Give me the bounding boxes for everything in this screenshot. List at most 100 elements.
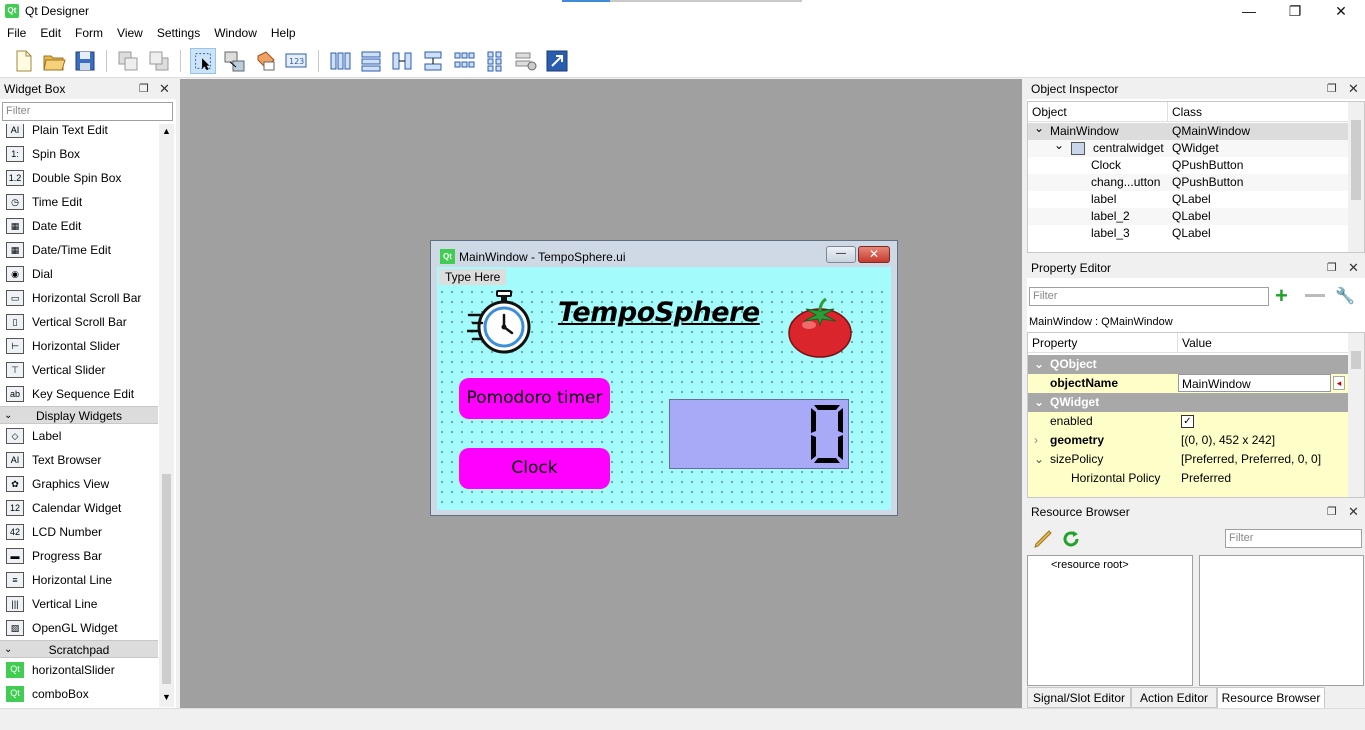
widget-item[interactable]: ◉ Dial [0, 262, 158, 286]
scroll-up-icon[interactable]: ▲ [162, 126, 171, 136]
object-tree-row[interactable]: chang...utton QPushButton [1028, 174, 1348, 191]
widget-item[interactable]: Qt comboBox [0, 682, 158, 706]
widget-item[interactable]: ▯ Vertical Scroll Bar [0, 310, 158, 334]
widget-box-scrollbar[interactable]: ▲ ▼ [159, 124, 174, 707]
property-row-enabled[interactable]: enabled ✓ [1028, 412, 1348, 431]
widget-item[interactable]: 1.2 Double Spin Box [0, 166, 158, 190]
enabled-checkbox[interactable]: ✓ [1181, 415, 1194, 428]
group-qobject[interactable]: ⌄ QObject [1028, 355, 1348, 374]
property-filter-input[interactable]: Filter [1029, 287, 1269, 306]
edit-signals-icon[interactable] [221, 48, 247, 74]
column-class[interactable]: Class [1168, 102, 1348, 122]
layout-vertical-icon[interactable] [358, 48, 384, 74]
scrollbar-thumb[interactable] [162, 474, 171, 684]
layout-horizontal-icon[interactable] [327, 48, 353, 74]
property-row-geometry[interactable]: › geometry [(0, 0), 452 x 242] [1028, 431, 1348, 450]
resource-root-item[interactable]: <resource root> [1051, 559, 1129, 571]
open-folder-icon[interactable] [41, 48, 67, 74]
scroll-down-icon[interactable]: ▼ [162, 692, 171, 702]
close-icon[interactable]: ✕ [1348, 258, 1359, 278]
object-tree-scrollbar[interactable] [1348, 102, 1364, 252]
menu-form[interactable]: Form [68, 22, 110, 44]
menu-file[interactable]: File [0, 22, 33, 44]
property-row-sizepolicy[interactable]: ⌄ sizePolicy [Preferred, Preferred, 0, 0… [1028, 450, 1348, 469]
edit-tab-order-icon[interactable]: 123 [283, 48, 309, 74]
widget-item[interactable]: AI Text Browser [0, 448, 158, 472]
type-here-menu[interactable]: Type Here [439, 269, 507, 285]
bring-to-front-icon[interactable] [146, 48, 172, 74]
object-tree-row[interactable]: label_2 QLabel [1028, 208, 1348, 225]
column-property[interactable]: Property [1028, 333, 1178, 353]
new-file-icon[interactable] [10, 48, 36, 74]
edit-widgets-icon[interactable] [190, 48, 216, 74]
widget-item[interactable]: ab Key Sequence Edit [0, 382, 158, 406]
group-qwidget[interactable]: ⌄ QWidget [1028, 393, 1348, 412]
close-icon[interactable]: ✕ [159, 79, 170, 99]
scrollbar-thumb[interactable] [1351, 351, 1361, 369]
pomodoro-timer-button[interactable]: Pomodoro timer [459, 378, 610, 419]
object-tree-row[interactable]: ⌄ MainWindow QMainWindow [1028, 120, 1348, 140]
menu-window[interactable]: Window [207, 22, 264, 44]
clock-button[interactable]: Clock [459, 448, 610, 489]
widget-item[interactable]: ≡ Horizontal Line [0, 568, 158, 592]
widget-item[interactable]: 1: Spin Box [0, 142, 158, 166]
widget-item[interactable]: ◇ Label [0, 424, 158, 448]
widget-item[interactable]: Qt horizontalSlider [0, 658, 158, 682]
resource-filter-input[interactable]: Filter [1225, 529, 1362, 548]
widget-item[interactable]: ▨ OpenGL Widget [0, 616, 158, 640]
widget-item[interactable]: ◷ Time Edit [0, 190, 158, 214]
property-row-horizontal-policy[interactable]: Horizontal Policy Preferred [1028, 469, 1348, 488]
object-tree-row[interactable]: Clock QPushButton [1028, 157, 1348, 174]
property-row-vertical-policy[interactable] [1028, 488, 1348, 497]
object-tree-row[interactable]: label_3 QLabel [1028, 225, 1348, 242]
close-icon[interactable]: ✕ [1348, 79, 1359, 99]
chevron-right-icon[interactable]: › [1034, 431, 1038, 450]
tab-action-editor[interactable]: Action Editor [1131, 687, 1217, 708]
form-minimize-button[interactable]: — [826, 246, 856, 263]
break-layout-icon[interactable] [513, 48, 539, 74]
widget-item[interactable]: ▦ Date Edit [0, 214, 158, 238]
close-button[interactable]: ✕ [1318, 0, 1364, 22]
float-icon[interactable]: ❐ [1327, 79, 1337, 99]
restore-button[interactable]: ❐ [1272, 0, 1318, 22]
close-icon[interactable]: ✕ [1348, 502, 1359, 522]
edit-buddies-icon[interactable] [252, 48, 278, 74]
property-table-scrollbar[interactable] [1348, 333, 1364, 497]
float-icon[interactable]: ❐ [1327, 258, 1337, 278]
send-to-back-icon[interactable] [115, 48, 141, 74]
widget-item[interactable]: ⊢ Horizontal Slider [0, 334, 158, 358]
layout-splitter-v-icon[interactable] [420, 48, 446, 74]
chevron-down-icon[interactable]: ⌄ [1034, 120, 1044, 137]
widget-item[interactable]: 12 Calendar Widget [0, 496, 158, 520]
category-scratchpad[interactable]: ⌄ Scratchpad [0, 640, 158, 658]
save-icon[interactable] [72, 48, 98, 74]
object-tree-row[interactable]: label QLabel [1028, 191, 1348, 208]
column-object[interactable]: Object [1028, 102, 1168, 122]
property-row-objectname[interactable]: objectName MainWindow ◂ [1028, 374, 1348, 393]
widget-item[interactable]: 42 LCD Number [0, 520, 158, 544]
tab-signal-slot-editor[interactable]: Signal/Slot Editor [1027, 687, 1131, 708]
reload-icon[interactable] [1060, 528, 1082, 550]
configure-icon[interactable]: 🔧 [1335, 286, 1355, 306]
widget-item[interactable]: ▬ Progress Bar [0, 544, 158, 568]
widget-item[interactable]: ✿ Graphics View [0, 472, 158, 496]
category-display-widgets[interactable]: ⌄ Display Widgets [0, 406, 158, 424]
widget-item[interactable]: AI Plain Text Edit [0, 124, 158, 142]
column-value[interactable]: Value [1178, 333, 1348, 353]
chevron-down-icon[interactable]: ⌄ [1034, 450, 1044, 469]
layout-form-icon[interactable] [482, 48, 508, 74]
float-icon[interactable]: ❐ [139, 79, 149, 99]
menu-settings[interactable]: Settings [150, 22, 207, 44]
menu-edit[interactable]: Edit [33, 22, 68, 44]
widget-filter-input[interactable]: Filter [2, 102, 173, 121]
form-canvas[interactable]: Type Here TempoSphere Pomodoro timer Clo… [437, 267, 891, 510]
widget-item[interactable]: ||| Vertical Line [0, 592, 158, 616]
form-window[interactable]: Qt MainWindow - TempoSphere.ui — ✕ Type … [430, 240, 898, 516]
object-tree-row[interactable]: ⌄ centralwidget QWidget [1028, 138, 1348, 157]
remove-property-icon[interactable] [1305, 294, 1325, 297]
scrollbar-thumb[interactable] [1351, 120, 1361, 200]
minimize-button[interactable]: — [1226, 0, 1272, 22]
form-close-button[interactable]: ✕ [858, 246, 890, 263]
tab-resource-browser[interactable]: Resource Browser [1217, 687, 1325, 708]
widget-item[interactable]: ▦ Date/Time Edit [0, 238, 158, 262]
